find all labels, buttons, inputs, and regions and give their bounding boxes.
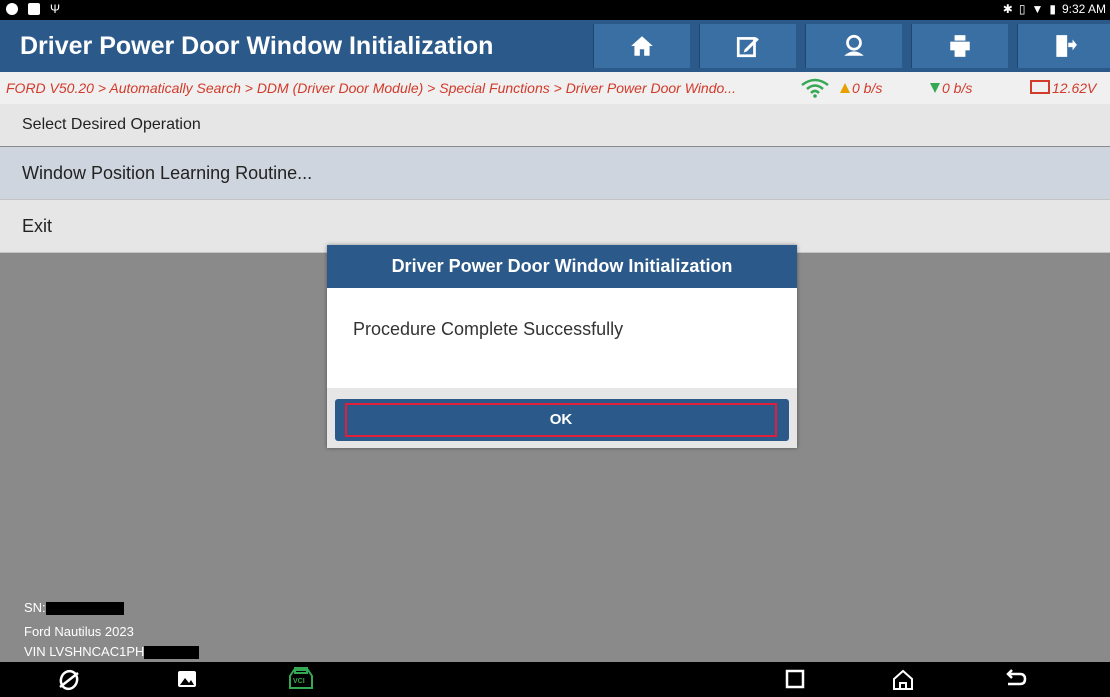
recent-apps-icon[interactable] xyxy=(784,668,806,690)
vehicle-model: Ford Nautilus 2023 xyxy=(24,624,134,639)
download-rate: 0 b/s xyxy=(930,80,972,96)
gallery-icon[interactable] xyxy=(176,668,198,690)
clock: 9:32 AM xyxy=(1061,2,1106,16)
dialog-message: Procedure Complete Successfully xyxy=(353,319,624,339)
vibrate-icon: ▯ xyxy=(1018,2,1026,16)
edit-report-icon xyxy=(736,37,759,58)
user-profile-button[interactable] xyxy=(805,24,902,68)
status-bar: Ψ ✱ ▯ ▼ ▮ 9:32 AM xyxy=(0,0,1110,20)
home-nav-icon[interactable] xyxy=(891,668,915,692)
download-arrow-icon xyxy=(930,83,940,93)
print-icon xyxy=(950,35,970,57)
system-nav-bar: VCI xyxy=(0,662,1110,697)
print-button[interactable] xyxy=(911,24,1008,68)
vin: VIN LVSHNCAC1PH xyxy=(24,644,200,660)
browser-icon[interactable] xyxy=(56,668,82,692)
exit-icon xyxy=(1055,35,1077,57)
back-icon[interactable] xyxy=(1004,668,1028,690)
upload-rate: 0 b/s xyxy=(840,80,882,96)
redaction-bar xyxy=(45,602,124,616)
list-item-window-learning[interactable]: Window Position Learning Routine... xyxy=(0,147,1110,200)
breadcrumb: FORD V50.20 > Automatically Search > DDM… xyxy=(6,80,736,96)
operation-heading: Select Desired Operation xyxy=(0,104,1110,146)
battery-icon: ▮ xyxy=(1049,2,1056,16)
app-header: Driver Power Door Window Initialization xyxy=(0,20,1110,72)
page-title: Driver Power Door Window Initialization xyxy=(20,32,494,60)
home-button[interactable] xyxy=(593,24,690,68)
exit-button[interactable] xyxy=(1017,24,1110,68)
upload-arrow-icon xyxy=(840,83,850,93)
edit-report-button[interactable] xyxy=(699,24,796,68)
list-item-label: Exit xyxy=(22,216,53,236)
dialog-title: Driver Power Door Window Initialization xyxy=(327,245,797,288)
wifi-icon: ▼ xyxy=(1031,2,1044,16)
list-item-label: Window Position Learning Routine... xyxy=(22,163,313,183)
car-battery-icon xyxy=(1030,80,1050,94)
completion-dialog: Driver Power Door Window Initialization … xyxy=(327,245,797,448)
ok-button-label: OK xyxy=(345,403,777,437)
breadcrumb-bar: FORD V50.20 > Automatically Search > DDM… xyxy=(0,72,1110,105)
vehicle-info: SN: Ford Nautilus 2023 VIN LVSHNCAC1PH xyxy=(0,590,1110,662)
ok-button[interactable]: OK xyxy=(335,399,789,441)
image-notification-icon xyxy=(28,3,40,15)
redaction-bar xyxy=(144,646,200,660)
user-profile-icon xyxy=(844,34,864,56)
app-notification-icon xyxy=(6,3,18,15)
serial-number: SN: xyxy=(24,600,124,616)
signal-icon xyxy=(800,78,830,101)
dialog-footer: OK xyxy=(327,388,797,448)
usb-icon: Ψ xyxy=(50,2,61,16)
voltage-readout: 12.62V xyxy=(1030,80,1096,96)
vci-icon[interactable]: VCI xyxy=(286,666,316,697)
home-icon xyxy=(631,36,653,56)
bluetooth-icon: ✱ xyxy=(1002,2,1013,16)
